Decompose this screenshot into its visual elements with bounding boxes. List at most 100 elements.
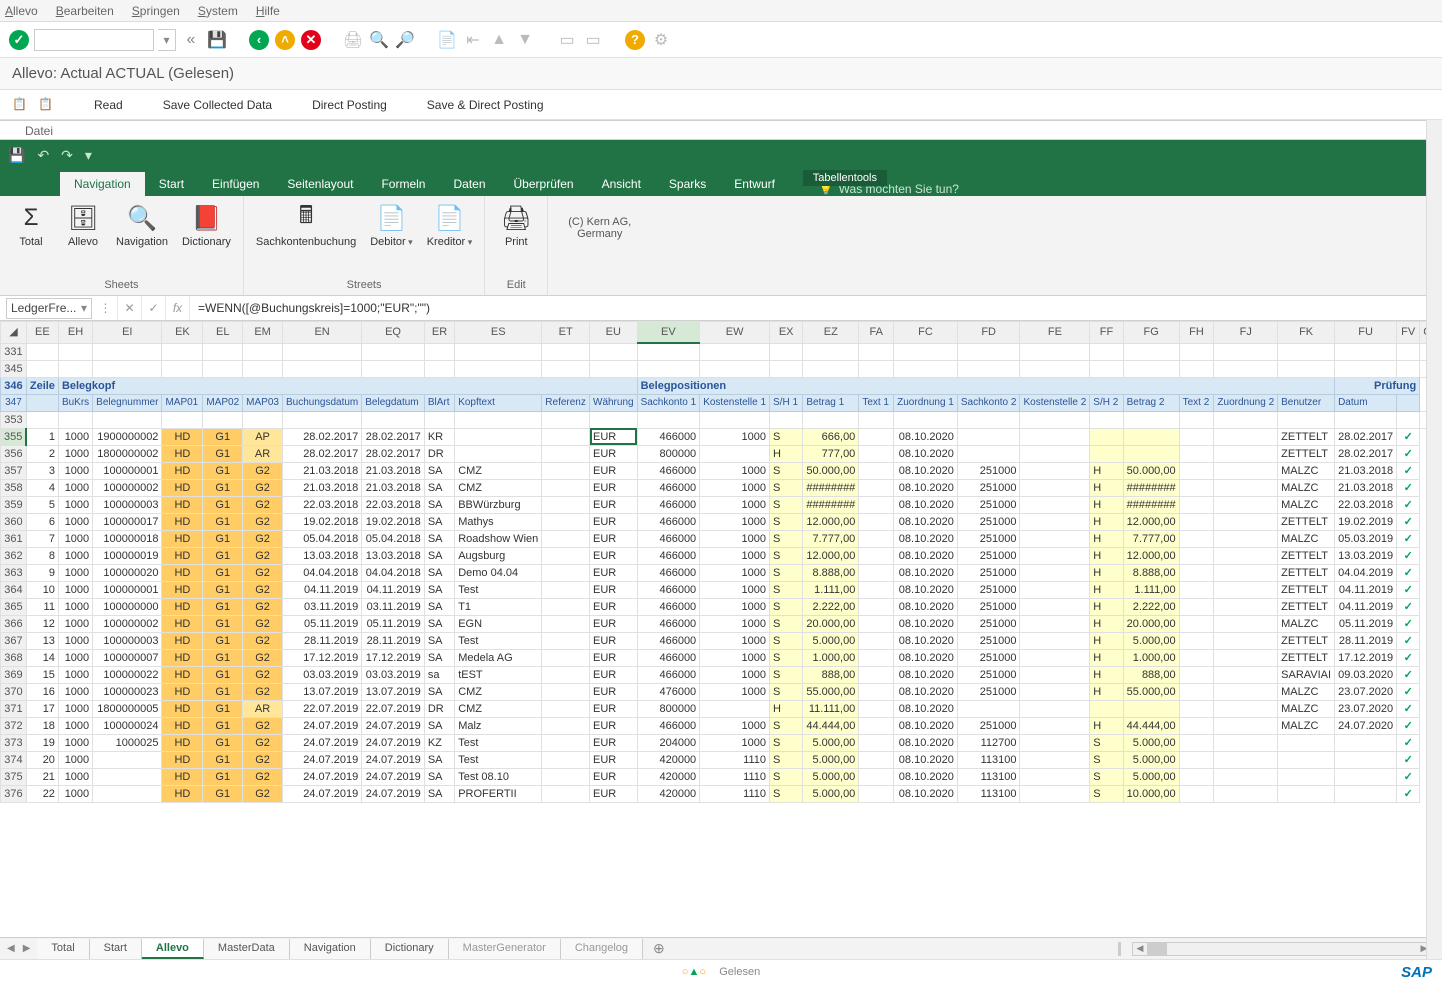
- table-header[interactable]: Buchungsdatum: [282, 394, 361, 411]
- table-row[interactable]: 374201000HDG1G224.07.201924.07.2019SATes…: [1, 751, 1442, 768]
- sheet-tab-masterdata[interactable]: MasterData: [204, 939, 290, 959]
- ribbon-total[interactable]: ΣTotal: [6, 200, 56, 250]
- sheet-tab-navigation[interactable]: Navigation: [290, 939, 371, 959]
- layout-icon[interactable]: ▭: [556, 29, 578, 51]
- page-down-icon[interactable]: ▼: [514, 29, 536, 51]
- table-header[interactable]: Belegnummer: [93, 394, 162, 411]
- table-header[interactable]: MAP02: [203, 394, 243, 411]
- table-header[interactable]: Kopftext: [455, 394, 542, 411]
- ribbon-allevo[interactable]: 🗄Allevo: [58, 200, 108, 250]
- col-header-FC[interactable]: FC: [894, 322, 958, 344]
- tab-ansicht[interactable]: Ansicht: [588, 172, 655, 196]
- action-read[interactable]: Read: [94, 98, 123, 112]
- table-header[interactable]: Zuordnung 1: [894, 394, 958, 411]
- formula-enter-icon[interactable]: ✓: [142, 296, 166, 320]
- table-header[interactable]: [1397, 394, 1420, 411]
- table-row[interactable]: 355110001900000002HDG1AP28.02.201728.02.…: [1, 428, 1442, 445]
- table-header[interactable]: MAP03: [243, 394, 283, 411]
- table-header[interactable]: Benutzer: [1278, 394, 1335, 411]
- qat-dropdown-icon[interactable]: ▾: [85, 147, 92, 164]
- table-row[interactable]: 368141000100000007HDG1G217.12.201917.12.…: [1, 649, 1442, 666]
- col-header-EQ[interactable]: EQ: [362, 322, 425, 344]
- page-up-icon[interactable]: ▲: [488, 29, 510, 51]
- col-header-ES[interactable]: ES: [455, 322, 542, 344]
- sheet-tab-changelog[interactable]: Changelog: [561, 939, 643, 959]
- tab-navigation[interactable]: Navigation: [60, 172, 145, 196]
- sheet-tab-dictionary[interactable]: Dictionary: [371, 939, 449, 959]
- select-all[interactable]: ◢: [1, 322, 27, 344]
- tab-daten[interactable]: Daten: [439, 172, 499, 196]
- table-row[interactable]: 36391000100000020HDG1G204.04.201804.04.2…: [1, 564, 1442, 581]
- col-header-FV[interactable]: FV: [1397, 322, 1420, 344]
- horizontal-scrollbar[interactable]: ◀▶: [1132, 942, 1432, 956]
- tab-überprüfen[interactable]: Überprüfen: [500, 172, 588, 196]
- table-row[interactable]: 36061000100000017HDG1G219.02.201819.02.2…: [1, 513, 1442, 530]
- menu-bearbeiten[interactable]: Bearbeiten: [56, 4, 114, 18]
- col-header-FU[interactable]: FU: [1335, 322, 1397, 344]
- table-row[interactable]: 35841000100000002HDG1G221.03.201821.03.2…: [1, 479, 1442, 496]
- action-icon-1[interactable]: 📋: [12, 97, 28, 113]
- table-row[interactable]: 35731000100000001HDG1G221.03.201821.03.2…: [1, 462, 1442, 479]
- table-row[interactable]: 365111000100000000HDG1G203.11.201903.11.…: [1, 598, 1442, 615]
- col-header-EW[interactable]: EW: [700, 322, 770, 344]
- ribbon-sachkontenbuchung[interactable]: 🖩Sachkontenbuchung: [250, 200, 362, 250]
- table-header[interactable]: Text 1: [859, 394, 894, 411]
- table-row[interactable]: 36281000100000019HDG1G213.03.201813.03.2…: [1, 547, 1442, 564]
- ok-button[interactable]: ✓: [8, 29, 30, 51]
- col-header-EU[interactable]: EU: [590, 322, 638, 344]
- table-header[interactable]: [26, 394, 58, 411]
- table-header[interactable]: Datum: [1335, 394, 1397, 411]
- col-header-EH[interactable]: EH: [58, 322, 92, 344]
- table-row[interactable]: 372181000100000024HDG1G224.07.201924.07.…: [1, 717, 1442, 734]
- col-header-EL[interactable]: EL: [203, 322, 243, 344]
- tab-entwurf[interactable]: Entwurf: [720, 172, 789, 196]
- ribbon-debitor[interactable]: 📄Debitor: [364, 200, 419, 250]
- col-header-EI[interactable]: EI: [93, 322, 162, 344]
- table-row[interactable]: 369151000100000022HDG1G203.03.201903.03.…: [1, 666, 1442, 683]
- table-header[interactable]: Betrag 2: [1123, 394, 1179, 411]
- action-save-collected[interactable]: Save Collected Data: [163, 98, 272, 112]
- col-header-ET[interactable]: ET: [542, 322, 590, 344]
- cancel-button[interactable]: ✕: [300, 29, 322, 51]
- table-row[interactable]: 3711710001800000005HDG1AR22.07.201922.07…: [1, 700, 1442, 717]
- col-header-EN[interactable]: EN: [282, 322, 361, 344]
- menu-allevo[interactable]: Allevo: [5, 4, 38, 18]
- table-row[interactable]: 375211000HDG1G224.07.201924.07.2019SATes…: [1, 768, 1442, 785]
- ribbon-navigation[interactable]: 🔍Navigation: [110, 200, 174, 250]
- row-header[interactable]: 331: [1, 343, 27, 360]
- table-row[interactable]: 3731910001000025HDG1G224.07.201924.07.20…: [1, 734, 1442, 751]
- sheet-tab-start[interactable]: Start: [90, 939, 142, 959]
- row-header[interactable]: 345: [1, 360, 27, 377]
- menu-hilfe[interactable]: Hilfe: [256, 4, 280, 18]
- table-row[interactable]: 366121000100000002HDG1G205.11.201905.11.…: [1, 615, 1442, 632]
- col-header-EK[interactable]: EK: [162, 322, 203, 344]
- col-header-EZ[interactable]: EZ: [803, 322, 859, 344]
- sheet-tab-allevo[interactable]: Allevo: [142, 939, 204, 959]
- col-header-FE[interactable]: FE: [1020, 322, 1090, 344]
- table-header[interactable]: Belegdatum: [362, 394, 425, 411]
- table-header[interactable]: S/H 2: [1090, 394, 1123, 411]
- table-row[interactable]: 376221000HDG1G224.07.201924.07.2019SAPRO…: [1, 785, 1442, 802]
- col-header-FK[interactable]: FK: [1278, 322, 1335, 344]
- table-row[interactable]: 356210001800000002HDG1AR28.02.201728.02.…: [1, 445, 1442, 462]
- col-header-EE[interactable]: EE: [26, 322, 58, 344]
- col-header-FG[interactable]: FG: [1123, 322, 1179, 344]
- new-session-icon[interactable]: 📄: [436, 29, 458, 51]
- col-header-FA[interactable]: FA: [859, 322, 894, 344]
- table-header[interactable]: S/H 1: [770, 394, 803, 411]
- tab-einfügen[interactable]: Einfügen: [198, 172, 273, 196]
- undo-icon[interactable]: ↶: [37, 147, 49, 164]
- table-header[interactable]: Betrag 1: [803, 394, 859, 411]
- name-box[interactable]: LedgerFre...▾: [6, 298, 92, 319]
- tab-start[interactable]: Start: [145, 172, 198, 196]
- formula-expand-icon[interactable]: ⋮: [94, 296, 118, 320]
- table-header[interactable]: Währung: [590, 394, 638, 411]
- table-row[interactable]: 370161000100000023HDG1G213.07.201913.07.…: [1, 683, 1442, 700]
- tab-sparks[interactable]: Sparks: [655, 172, 720, 196]
- save-icon[interactable]: 💾: [206, 29, 228, 51]
- action-icon-2[interactable]: 📋: [38, 97, 54, 113]
- col-header-FF[interactable]: FF: [1090, 322, 1123, 344]
- ribbon-print[interactable]: 🖨Print: [491, 200, 541, 250]
- page-first-icon[interactable]: ⇤: [462, 29, 484, 51]
- add-sheet-icon[interactable]: ⊕: [643, 940, 675, 957]
